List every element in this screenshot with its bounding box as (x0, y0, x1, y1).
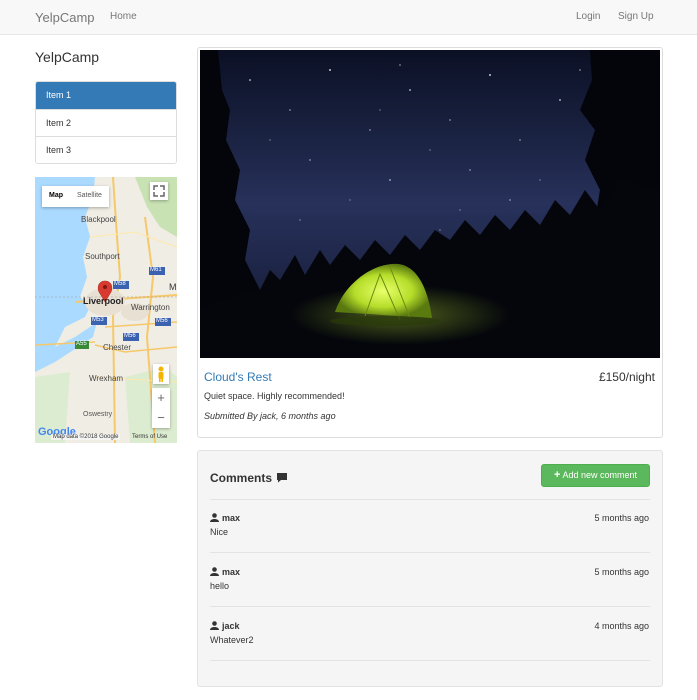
map-type-control: Map Satellite (42, 186, 109, 207)
zoom-out-button[interactable]: − (152, 408, 170, 428)
map-shield-m53: M53 (92, 317, 104, 323)
map-type-map-button[interactable]: Map (42, 186, 70, 207)
campground-submitted-by: Submitted By jack, 6 months ago (204, 411, 336, 421)
pegman-icon (158, 366, 164, 382)
map-type-satellite-button[interactable]: Satellite (70, 186, 109, 207)
map-shield-m56: M56 (124, 333, 136, 339)
sidebar-lead: YelpCamp (35, 49, 100, 65)
map-shield-m58: M58 (114, 281, 126, 287)
sidebar-item-2[interactable]: Item 2 (36, 109, 176, 136)
comment-divider (210, 606, 650, 607)
map-label-southport: Southport (85, 252, 120, 261)
user-icon (210, 567, 219, 576)
comment-icon (276, 472, 288, 486)
map-terms-link[interactable]: Terms of Use (132, 434, 167, 440)
comment-text: Whatever2 (210, 635, 254, 645)
map-label-liverpool: Liverpool (83, 296, 124, 306)
campground-description: Quiet space. Highly recommended! (204, 391, 345, 401)
plus-icon: + (554, 469, 561, 481)
nav-home-link[interactable]: Home (110, 11, 137, 22)
comment-author: jack (210, 621, 240, 631)
campground-card: Cloud's Rest £150/night Quiet space. Hig… (197, 47, 663, 438)
comment-text: hello (210, 581, 230, 591)
nav-signup-link[interactable]: Sign Up (618, 11, 654, 22)
navbar: YelpCamp Home Login Sign Up (0, 0, 697, 35)
map-label-m-edge: M (169, 282, 177, 292)
campground-name-link[interactable]: Cloud's Rest (204, 370, 272, 384)
nav-login-link[interactable]: Login (576, 11, 600, 22)
pegman-button[interactable] (153, 364, 169, 384)
comment-author: max (210, 513, 240, 523)
comment-time: 5 months ago (594, 513, 649, 523)
comment-text: Nice (210, 527, 229, 537)
map-shield-a55: A55 (76, 341, 87, 347)
comments-divider (210, 499, 650, 500)
user-icon (210, 621, 219, 630)
sidebar-item-3[interactable]: Item 3 (36, 136, 176, 163)
google-map[interactable]: Blackpool Southport Liverpool Warrington… (35, 177, 177, 443)
map-label-blackpool: Blackpool (81, 215, 116, 224)
comment-divider (210, 660, 650, 661)
sidebar-item-1[interactable]: Item 1 (36, 82, 176, 109)
map-label-wrexham: Wrexham (89, 374, 124, 383)
map-shield-m56b: M56 (156, 318, 168, 324)
map-shield-m61: M61 (150, 267, 162, 273)
user-icon (210, 513, 219, 522)
campground-photo (200, 50, 660, 358)
navbar-brand[interactable]: YelpCamp (35, 10, 95, 25)
add-comment-label: Add new comment (562, 470, 637, 480)
campground-image (200, 50, 660, 358)
zoom-control: + − (152, 388, 170, 428)
zoom-in-button[interactable]: + (152, 388, 170, 408)
comment-author: max (210, 567, 240, 577)
comment-time: 5 months ago (594, 567, 649, 577)
comment-divider (210, 552, 650, 553)
fullscreen-icon (153, 185, 165, 197)
map-label-oswestry: Oswestry (83, 411, 113, 418)
comments-panel: Comments + Add new comment max 5 months a… (197, 450, 663, 687)
fullscreen-button[interactable] (150, 182, 168, 200)
map-label-warrington: Warrington (131, 303, 170, 312)
sidebar-list: Item 1 Item 2 Item 3 (35, 81, 177, 164)
map-credit: Map data ©2018 Google (51, 434, 121, 440)
map-label-chester: Chester (103, 343, 132, 352)
add-comment-button[interactable]: + Add new comment (541, 464, 650, 487)
comment-time: 4 months ago (594, 621, 649, 631)
campground-price: £150/night (598, 370, 655, 384)
comments-title: Comments (210, 471, 273, 485)
